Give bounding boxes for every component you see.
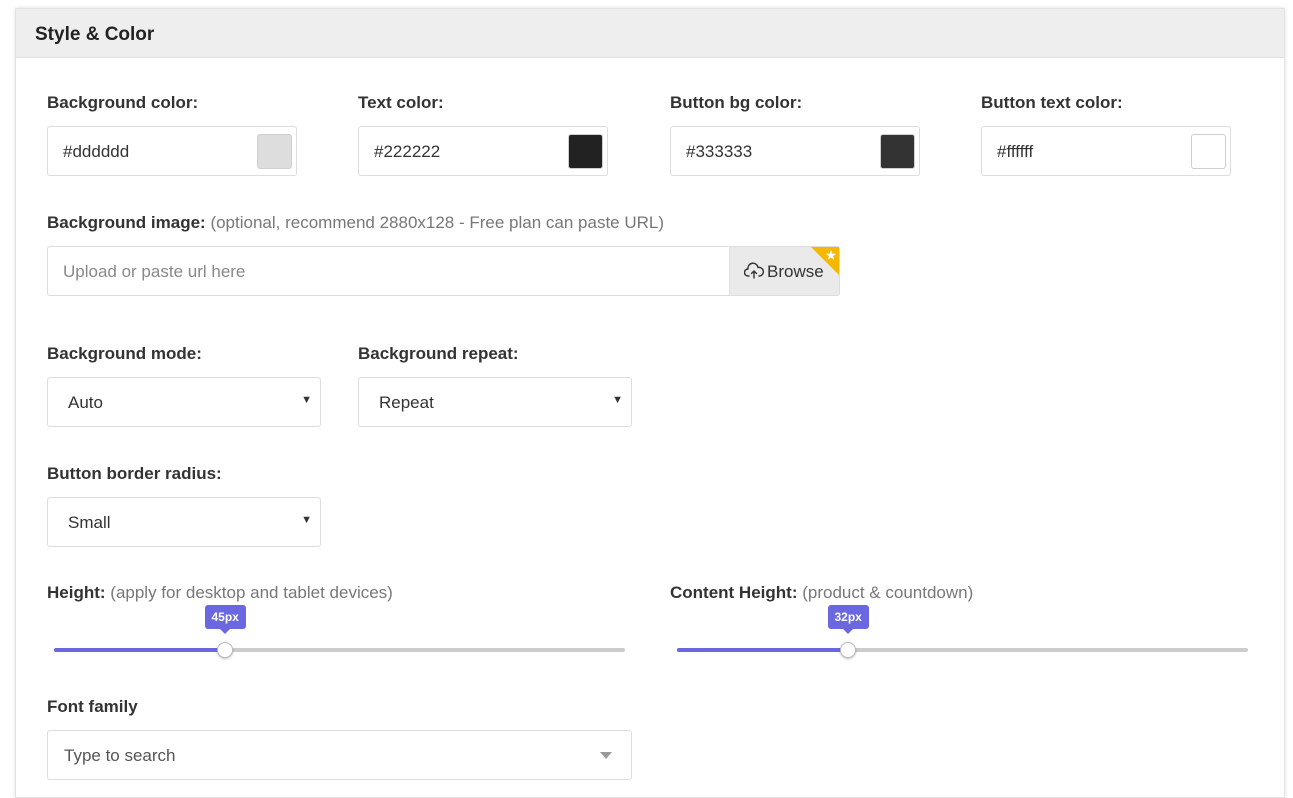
height-hint: (apply for desktop and tablet devices) <box>110 583 393 602</box>
button-bg-color-swatch[interactable] <box>880 134 915 169</box>
background-image-label-text: Background image: <box>47 213 206 232</box>
background-repeat-select[interactable]: Repeat ▼ <box>358 377 632 427</box>
background-color-label: Background color: <box>47 93 199 112</box>
content-height-slider[interactable]: 32px <box>677 605 1248 667</box>
panel-header: Style & Color <box>16 9 1284 58</box>
height-slider[interactable]: 45px <box>54 605 625 667</box>
background-image-hint: (optional, recommend 2880x128 - Free pla… <box>210 213 665 232</box>
slider-fill <box>54 648 225 652</box>
caret-down-icon <box>600 752 612 759</box>
background-image-label: Background image: (optional, recommend 2… <box>47 213 664 233</box>
height-value-tooltip: 45px <box>204 605 246 634</box>
button-bg-color-label: Button bg color: <box>670 93 803 112</box>
style-color-panel: Style & Color Background color: #dddddd … <box>15 8 1285 798</box>
content-height-label-text: Content Height: <box>670 583 798 602</box>
button-border-radius-value: Small <box>68 513 111 532</box>
button-border-radius-label: Button border radius: <box>47 464 222 483</box>
text-color-swatch[interactable] <box>568 134 603 169</box>
content-height-value-tooltip: 32px <box>827 605 869 634</box>
button-border-radius-select[interactable]: Small ▼ <box>47 497 321 547</box>
height-label: Height: (apply for desktop and tablet de… <box>47 583 393 603</box>
slider-handle[interactable] <box>217 642 233 658</box>
content-height-hint: (product & countdown) <box>802 583 974 602</box>
font-family-placeholder: Type to search <box>64 746 176 765</box>
star-icon <box>811 247 839 275</box>
background-mode-select[interactable]: Auto ▼ <box>47 377 321 427</box>
chevron-down-icon: ▼ <box>612 394 623 406</box>
content-height-label: Content Height: (product & countdown) <box>670 583 973 603</box>
font-family-search[interactable]: Type to search <box>47 730 632 780</box>
text-color-label: Text color: <box>358 93 444 112</box>
button-bg-color-field[interactable]: #333333 <box>670 126 920 176</box>
slider-fill <box>677 648 848 652</box>
background-color-swatch[interactable] <box>257 134 292 169</box>
background-color-value: #dddddd <box>63 142 130 161</box>
cloud-upload-icon <box>744 262 764 279</box>
chevron-down-icon: ▼ <box>301 394 312 406</box>
button-text-color-swatch[interactable] <box>1191 134 1226 169</box>
background-color-field[interactable]: #dddddd <box>47 126 297 176</box>
height-label-text: Height: <box>47 583 106 602</box>
background-image-url-placeholder: Upload or paste url here <box>63 262 246 281</box>
button-bg-color-value: #333333 <box>686 142 753 161</box>
browse-button[interactable]: Browse <box>729 247 839 295</box>
background-mode-value: Auto <box>68 393 103 412</box>
button-text-color-value: #ffffff <box>997 142 1034 161</box>
button-text-color-label: Button text color: <box>981 93 1123 112</box>
background-repeat-value: Repeat <box>379 393 434 412</box>
font-family-label: Font family <box>47 697 138 716</box>
chevron-down-icon: ▼ <box>301 514 312 526</box>
slider-handle[interactable] <box>840 642 856 658</box>
background-mode-label: Background mode: <box>47 344 202 363</box>
button-text-color-field[interactable]: #ffffff <box>981 126 1231 176</box>
text-color-value: #222222 <box>374 142 441 161</box>
background-repeat-label: Background repeat: <box>358 344 519 363</box>
background-image-url-field[interactable]: Upload or paste url here Browse <box>47 246 840 296</box>
panel-title: Style & Color <box>35 24 155 45</box>
text-color-field[interactable]: #222222 <box>358 126 608 176</box>
